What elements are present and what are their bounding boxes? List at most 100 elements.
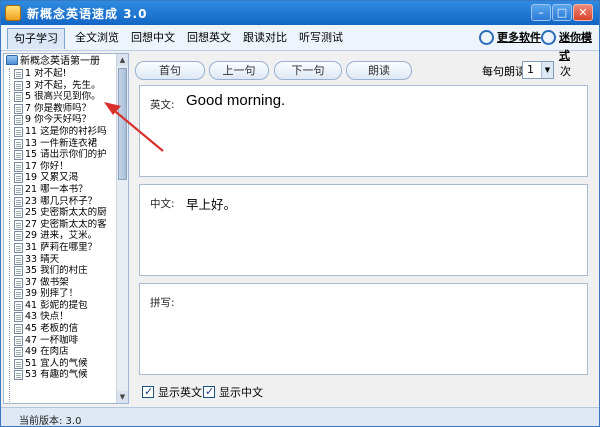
tree-item-label: 21 哪一本书？	[25, 183, 88, 195]
document-icon	[14, 196, 23, 207]
tree-scrollbar[interactable]: ▲ ▼	[116, 54, 128, 403]
app-logo-icon	[5, 5, 21, 21]
tab-recall-chinese[interactable]: 回想中文	[125, 28, 181, 49]
tree-item[interactable]: 31 萨莉在哪里？	[4, 242, 116, 254]
tree-item[interactable]: 7 你是教师吗？	[4, 103, 116, 115]
tree-item[interactable]: 21 哪一本书？	[4, 184, 116, 196]
tab-sentence-study[interactable]: 句子学习	[7, 28, 65, 49]
per-read-select[interactable]: 1 ▼	[522, 61, 554, 79]
tree-item[interactable]: 43 快点！	[4, 311, 116, 323]
show-chinese-checkbox[interactable]: 显示中文	[203, 385, 263, 399]
document-icon	[14, 347, 23, 358]
document-icon	[14, 231, 23, 242]
tree-item[interactable]: 53 有趣的气候	[4, 369, 116, 381]
show-english-checkbox[interactable]: 显示英文	[142, 385, 202, 399]
title-bar: 新概念英语速成 3.0 – □ ✕	[1, 1, 599, 25]
tree-list: 1 对不起! 3 对不起，先生。 5 很高兴见到你。 7 你是教师吗？ 9 你今天好吗？…	[4, 68, 116, 381]
tree-item[interactable]: 39 别摔了！	[4, 288, 116, 300]
tree-item-label: 13 一件新连衣裙	[25, 137, 98, 149]
book-icon	[6, 55, 18, 65]
tree-item[interactable]: 13 一件新连衣裙	[4, 138, 116, 150]
document-icon	[14, 277, 23, 288]
tree-item-label: 29 进来，艾米。	[25, 230, 98, 242]
lesson-tree[interactable]: 新概念英语第一册 1 对不起! 3 对不起，先生。 5 很高兴见到你。 7 你是教师吗…	[3, 53, 129, 404]
tree-item-label: 27 史密斯太太的客	[25, 218, 107, 230]
document-icon	[14, 370, 23, 381]
scroll-up-arrow-icon[interactable]: ▲	[117, 54, 128, 66]
tree-item[interactable]: 23 哪几只杯子？	[4, 196, 116, 208]
chinese-label: 中文:	[150, 198, 175, 210]
per-read-value: 1	[527, 63, 534, 76]
minimize-button[interactable]: –	[531, 4, 551, 21]
first-sentence-button[interactable]: 首句	[135, 61, 205, 80]
tree-item[interactable]: 45 老板的信	[4, 323, 116, 335]
mini-mode-link[interactable]: 迷你模式	[541, 29, 599, 62]
tree-item-label: 25 史密斯太太的厨	[25, 207, 107, 219]
tree-root[interactable]: 新概念英语第一册	[6, 55, 100, 67]
tree-item[interactable]: 51 宜人的气候	[4, 358, 116, 370]
document-icon	[14, 161, 23, 172]
document-icon	[14, 324, 23, 335]
chevron-down-icon[interactable]: ▼	[541, 62, 553, 78]
tree-item[interactable]: 9 你今天好吗？	[4, 114, 116, 126]
document-icon	[14, 289, 23, 300]
document-icon	[14, 358, 23, 369]
tab-dictation-test[interactable]: 听写测试	[293, 28, 349, 49]
close-button[interactable]: ✕	[573, 4, 593, 21]
tree-item[interactable]: 33 晴天	[4, 254, 116, 266]
show-english-label: 显示英文	[158, 386, 202, 399]
tree-item[interactable]: 49 在肉店	[4, 346, 116, 358]
tree-item-label: 33 晴天	[25, 253, 60, 265]
tree-item-label: 7 你是教师吗？	[25, 102, 92, 114]
tree-item-label: 19 又累又渴	[25, 172, 79, 184]
window-title: 新概念英语速成 3.0	[27, 7, 148, 21]
tab-recall-english[interactable]: 回想英文	[181, 28, 237, 49]
checkbox-checked-icon[interactable]	[203, 385, 215, 398]
tree-item-label: 1 对不起!	[25, 68, 67, 79]
tree-item[interactable]: 15 请出示你们的护	[4, 149, 116, 161]
tab-shadow-compare[interactable]: 跟读对比	[237, 28, 293, 49]
tree-item[interactable]: 41 彭妮的提包	[4, 300, 116, 312]
maximize-button[interactable]: □	[552, 4, 572, 21]
app-window: 新概念英语速成 3.0 – □ ✕ 句子学习 全文浏览 回想中文 回想英文 跟读…	[0, 0, 600, 427]
previous-sentence-button[interactable]: 上一句	[209, 61, 269, 80]
document-icon	[14, 103, 23, 114]
tab-full-text[interactable]: 全文浏览	[69, 28, 125, 49]
document-icon	[14, 184, 23, 195]
tree-item[interactable]: 19 又累又渴	[4, 172, 116, 184]
document-icon	[14, 300, 23, 311]
read-aloud-button[interactable]: 朗读	[346, 61, 412, 80]
tree-item[interactable]: 3 对不起，先生。	[4, 80, 116, 92]
tree-item-label: 39 别摔了！	[25, 288, 79, 300]
next-sentence-button[interactable]: 下一句	[274, 61, 342, 80]
document-icon	[14, 208, 23, 219]
tree-item[interactable]: 1 对不起!	[4, 68, 116, 80]
tree-item-label: 51 宜人的气候	[25, 357, 88, 369]
document-icon	[14, 173, 23, 184]
document-icon	[14, 115, 23, 126]
tree-item[interactable]: 35 我们的村庄	[4, 265, 116, 277]
document-icon	[14, 254, 23, 265]
tree-item[interactable]: 11 这是你的衬衫吗	[4, 126, 116, 138]
dictation-label: 拼写:	[150, 297, 175, 309]
chinese-panel: 中文: 早上好。	[139, 184, 588, 276]
checkbox-checked-icon[interactable]	[142, 385, 154, 398]
tree-root-label: 新概念英语第一册	[20, 56, 100, 67]
tree-item[interactable]: 47 一杯咖啡	[4, 335, 116, 347]
scroll-down-arrow-icon[interactable]: ▼	[117, 391, 128, 403]
tree-item[interactable]: 5 很高兴见到你。	[4, 91, 116, 103]
document-icon	[14, 242, 23, 253]
document-icon	[14, 80, 23, 91]
tree-item-label: 43 快点！	[25, 311, 69, 323]
per-read-label: 每句朗读	[482, 65, 526, 78]
tree-item[interactable]: 25 史密斯太太的厨	[4, 207, 116, 219]
gear-icon	[541, 30, 556, 45]
tree-item[interactable]: 37 做书架	[4, 277, 116, 289]
more-software-link[interactable]: 更多软件	[479, 29, 541, 47]
tree-item[interactable]: 27 史密斯太太的客	[4, 219, 116, 231]
dictation-input[interactable]: 拼写:	[139, 283, 588, 375]
tree-item-label: 53 有趣的气候	[25, 369, 88, 381]
scrollbar-thumb[interactable]	[118, 68, 127, 180]
tree-item[interactable]: 29 进来，艾米。	[4, 230, 116, 242]
tree-item[interactable]: 17 你好！	[4, 161, 116, 173]
